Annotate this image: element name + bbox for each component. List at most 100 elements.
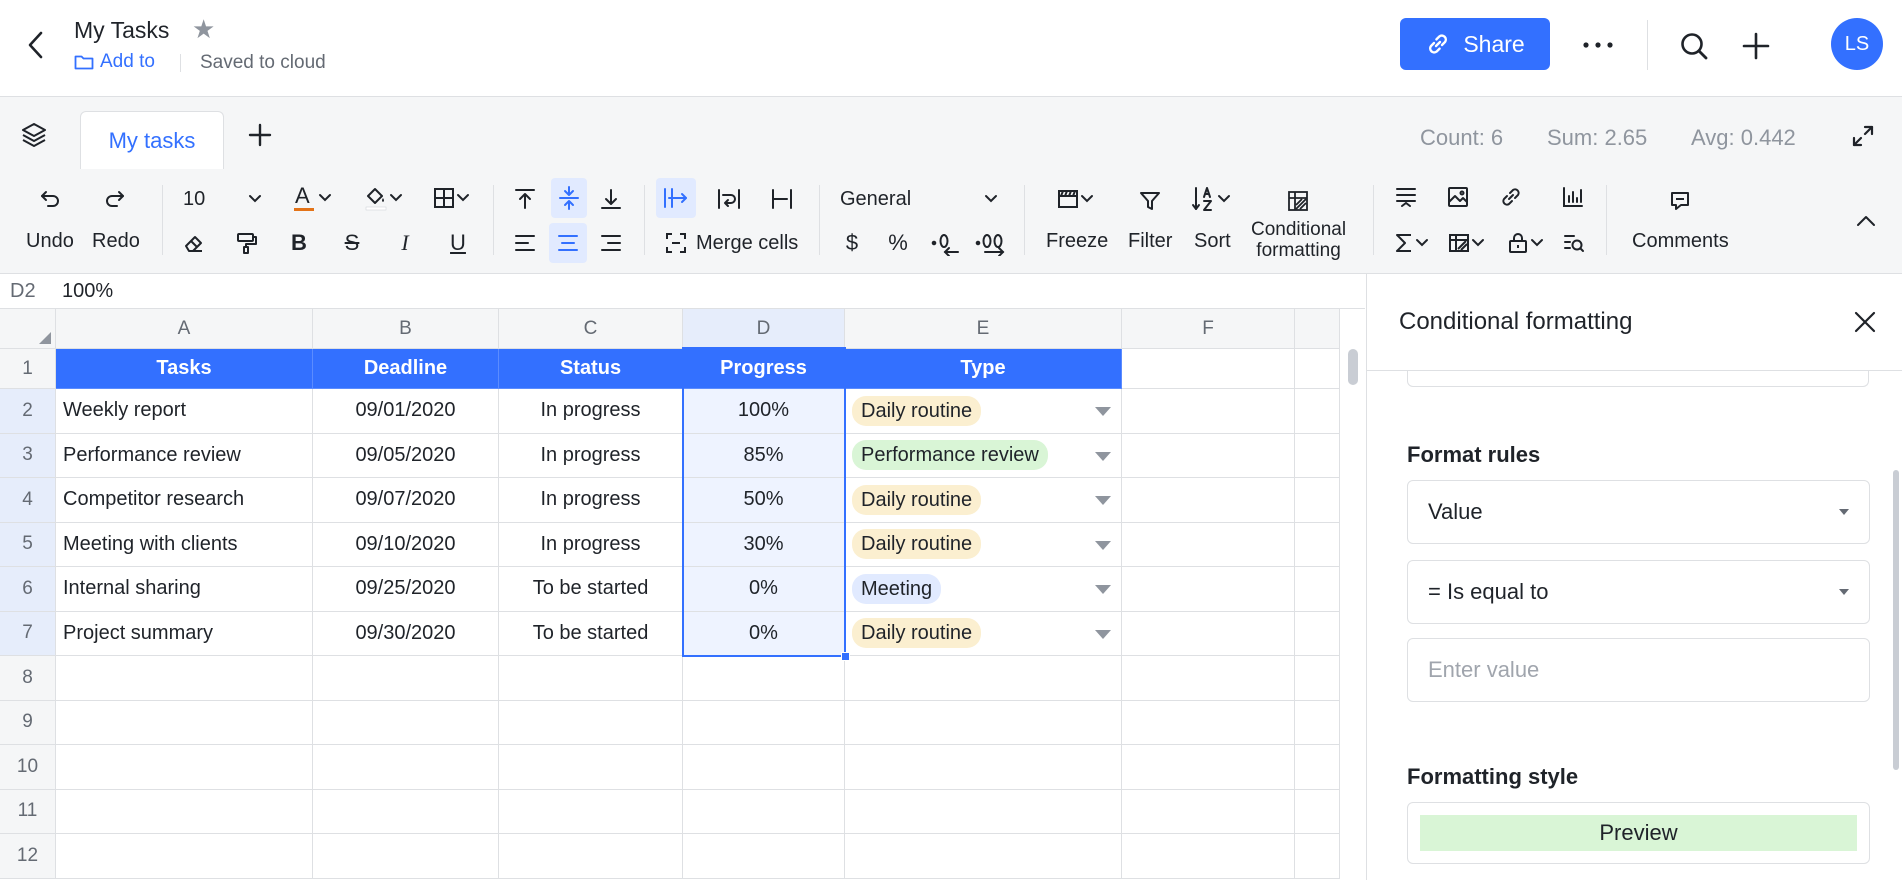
table-cell[interactable] bbox=[1295, 789, 1340, 834]
find-replace-button[interactable] bbox=[1558, 227, 1590, 259]
conditional-formatting-label[interactable]: Conditional formatting bbox=[1251, 219, 1346, 261]
font-size-select[interactable]: 10 bbox=[183, 183, 267, 215]
sort-label[interactable]: Sort bbox=[1194, 230, 1231, 253]
row-header[interactable]: 3 bbox=[0, 433, 56, 478]
table-cell[interactable] bbox=[56, 745, 313, 790]
document-title[interactable]: My Tasks bbox=[74, 17, 169, 44]
header-cell[interactable]: Deadline bbox=[313, 349, 499, 389]
table-cell[interactable] bbox=[1122, 834, 1295, 879]
back-button[interactable] bbox=[20, 25, 52, 65]
table-cell[interactable] bbox=[1122, 611, 1295, 656]
table-cell[interactable] bbox=[313, 745, 499, 790]
table-cell[interactable] bbox=[499, 834, 683, 879]
rule-type-select[interactable]: Value bbox=[1407, 480, 1870, 544]
strikethrough-button[interactable]: S bbox=[336, 227, 368, 259]
align-top-button[interactable] bbox=[509, 181, 541, 217]
header-cell[interactable]: Type bbox=[845, 349, 1122, 389]
filter-button[interactable] bbox=[1134, 185, 1166, 217]
redo-label[interactable]: Redo bbox=[92, 230, 140, 253]
table-cell[interactable] bbox=[1122, 389, 1295, 434]
column-header-d[interactable]: D bbox=[683, 309, 845, 349]
cell-task[interactable]: Meeting with clients bbox=[56, 522, 313, 567]
table-cell[interactable] bbox=[499, 700, 683, 745]
table-cell[interactable] bbox=[683, 656, 845, 701]
row-height-button[interactable] bbox=[1390, 181, 1422, 213]
insert-image-button[interactable] bbox=[1442, 181, 1474, 213]
clip-text-button[interactable] bbox=[765, 181, 799, 217]
dropdown-arrow-icon[interactable] bbox=[1095, 540, 1111, 550]
table-cell[interactable] bbox=[1295, 567, 1340, 612]
cell-task[interactable]: Competitor research bbox=[56, 478, 313, 523]
table-cell[interactable] bbox=[1122, 745, 1295, 790]
table-cell[interactable] bbox=[1295, 433, 1340, 478]
table-cell[interactable] bbox=[1122, 567, 1295, 612]
column-header-a[interactable]: A bbox=[56, 309, 313, 349]
sheet-list-button[interactable] bbox=[18, 119, 50, 151]
freeze-button[interactable] bbox=[1050, 183, 1100, 215]
cell-status[interactable]: In progress bbox=[499, 389, 683, 434]
table-cell[interactable] bbox=[683, 700, 845, 745]
row-header[interactable]: 4 bbox=[0, 478, 56, 523]
table-cell[interactable] bbox=[1295, 745, 1340, 790]
align-right-button[interactable] bbox=[595, 225, 627, 261]
header-cell[interactable]: Tasks bbox=[56, 349, 313, 389]
sort-button[interactable] bbox=[1186, 181, 1236, 217]
dropdown-arrow-icon[interactable] bbox=[1095, 629, 1111, 639]
format-painter-button[interactable] bbox=[231, 227, 263, 259]
table-cell[interactable] bbox=[56, 834, 313, 879]
table-cell[interactable] bbox=[1122, 478, 1295, 523]
cell-type[interactable]: Meeting bbox=[845, 567, 1122, 612]
fullscreen-button[interactable] bbox=[1848, 121, 1878, 151]
fill-color-button[interactable] bbox=[358, 181, 408, 215]
table-cell[interactable] bbox=[1295, 389, 1340, 434]
insert-chart-button[interactable] bbox=[1557, 181, 1589, 213]
header-cell[interactable]: Status bbox=[499, 349, 683, 389]
table-cell[interactable] bbox=[499, 745, 683, 790]
dropdown-arrow-icon[interactable] bbox=[1095, 585, 1111, 594]
table-cell[interactable] bbox=[683, 745, 845, 790]
cell-deadline[interactable]: 09/05/2020 bbox=[313, 433, 499, 478]
cell-deadline[interactable]: 09/01/2020 bbox=[313, 389, 499, 434]
currency-format-button[interactable]: $ bbox=[838, 227, 866, 259]
redo-button[interactable] bbox=[101, 185, 129, 213]
header-cell[interactable]: Progress bbox=[683, 349, 845, 389]
more-options-button[interactable] bbox=[1578, 28, 1618, 62]
table-cell[interactable] bbox=[1122, 656, 1295, 701]
add-sheet-button[interactable] bbox=[244, 119, 276, 151]
overflow-button[interactable] bbox=[656, 178, 696, 218]
column-header-f[interactable]: F bbox=[1122, 309, 1295, 349]
table-cell[interactable] bbox=[313, 656, 499, 701]
add-to-link[interactable]: Add to bbox=[74, 51, 155, 73]
column-header-b[interactable]: B bbox=[313, 309, 499, 349]
column-header-e[interactable]: E bbox=[845, 309, 1122, 349]
row-header[interactable]: 6 bbox=[0, 567, 56, 612]
align-left-button[interactable] bbox=[509, 225, 541, 261]
table-cell[interactable] bbox=[1295, 700, 1340, 745]
cell-progress[interactable]: 50% bbox=[683, 478, 845, 523]
protect-range-button[interactable] bbox=[1498, 227, 1552, 259]
table-cell[interactable] bbox=[1295, 611, 1340, 656]
cell-type[interactable]: Daily routine bbox=[845, 611, 1122, 656]
decrease-decimal-button[interactable] bbox=[928, 225, 964, 261]
insert-link-button[interactable] bbox=[1495, 181, 1527, 213]
user-avatar[interactable]: LS bbox=[1831, 18, 1883, 70]
undo-button[interactable] bbox=[36, 185, 64, 213]
formula-input[interactable]: 100% bbox=[62, 280, 113, 303]
close-panel-button[interactable] bbox=[1849, 306, 1881, 338]
cell-task[interactable]: Project summary bbox=[56, 611, 313, 656]
table-cell[interactable] bbox=[56, 789, 313, 834]
cell-progress[interactable]: 100% bbox=[683, 389, 845, 434]
table-cell[interactable] bbox=[683, 789, 845, 834]
table-cell[interactable] bbox=[1295, 522, 1340, 567]
italic-button[interactable]: I bbox=[389, 227, 421, 259]
select-all-corner[interactable] bbox=[0, 309, 56, 349]
cell-progress[interactable]: 85% bbox=[683, 433, 845, 478]
collapse-toolbar-button[interactable] bbox=[1850, 205, 1882, 237]
table-cell[interactable] bbox=[1122, 789, 1295, 834]
table-cell[interactable] bbox=[313, 789, 499, 834]
comments-button[interactable] bbox=[1664, 185, 1696, 217]
table-cell[interactable] bbox=[845, 700, 1122, 745]
percent-format-button[interactable]: % bbox=[882, 227, 914, 259]
cell-reference[interactable]: D2 bbox=[10, 280, 36, 303]
align-bottom-button[interactable] bbox=[595, 181, 627, 217]
